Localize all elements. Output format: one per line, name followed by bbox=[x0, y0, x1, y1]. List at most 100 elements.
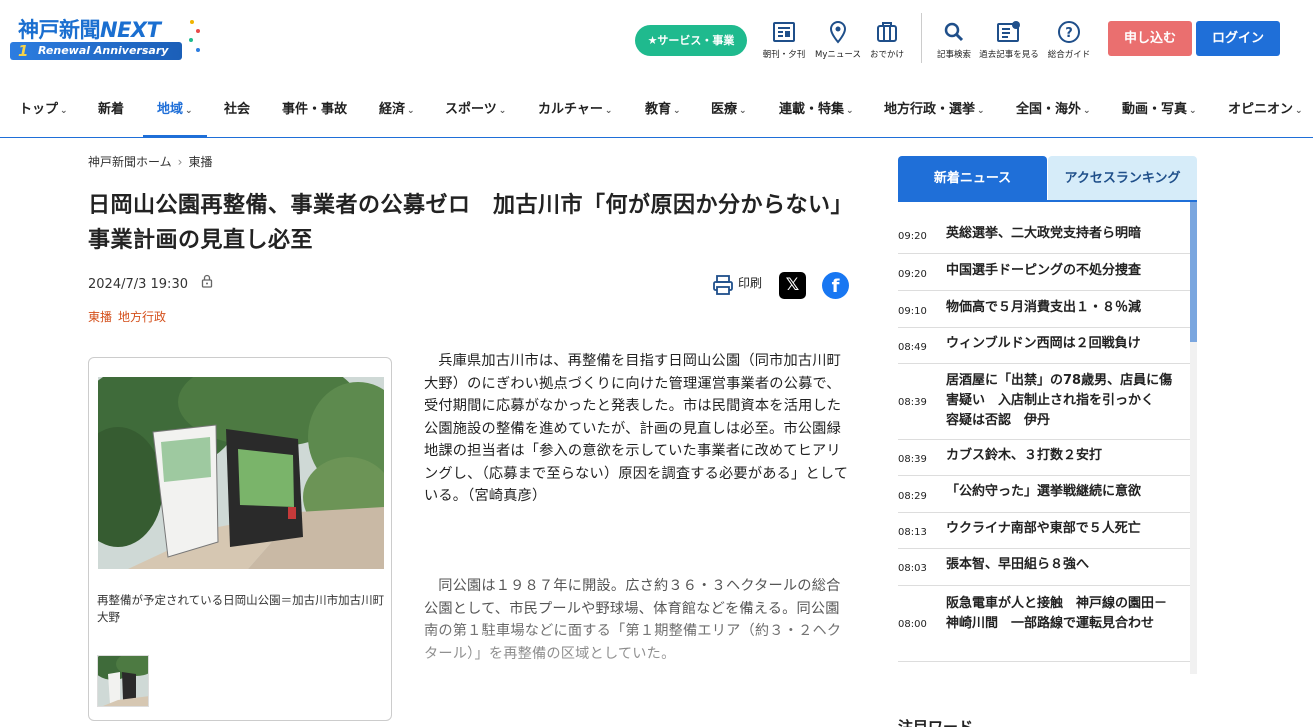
site-logo[interactable]: 神戸新聞NEXT 1 Renewal Anniversary bbox=[8, 10, 203, 68]
past-articles-label: 過去記事を見る bbox=[979, 50, 1039, 60]
news-item[interactable]: 09:20 中国選手ドーピングの不処分捜査 bbox=[898, 254, 1190, 291]
news-time: 08:39 bbox=[898, 397, 927, 408]
news-scrollbar-thumb[interactable] bbox=[1190, 202, 1197, 342]
news-item[interactable]: 08:49 ウィンブルドン西岡は２回戦負け bbox=[898, 328, 1190, 364]
tag-region[interactable]: 東播 bbox=[88, 310, 112, 324]
news-item[interactable]: 08:13 ウクライナ南部や東部で５人死亡 bbox=[898, 513, 1190, 549]
anniversary-text: Renewal Anniversary bbox=[38, 44, 169, 57]
news-item[interactable]: 08:03 張本智、早田組ら８強へ bbox=[898, 549, 1190, 586]
apply-button[interactable]: 申し込む bbox=[1108, 21, 1192, 56]
nav-item-label: 動画・写真 bbox=[1122, 102, 1188, 117]
article-photo[interactable] bbox=[98, 377, 384, 569]
chevron-down-icon: ⌄ bbox=[1189, 106, 1197, 116]
chevron-down-icon: ⌄ bbox=[185, 106, 193, 116]
news-headline: 居酒屋に「出禁」の78歳男、店員に傷害疑い 入店制止され指を引っかく 容疑は否認… bbox=[946, 373, 1173, 428]
chevron-down-icon: ⌄ bbox=[846, 106, 854, 116]
nav-item-latest[interactable]: 新着 bbox=[98, 86, 124, 137]
news-item[interactable]: 08:39 カブス鈴木、３打数２安打 bbox=[898, 440, 1190, 476]
nav-item-sports[interactable]: スポーツ ⌄ bbox=[445, 86, 506, 137]
nav-item-label: 全国・海外 bbox=[1016, 102, 1082, 117]
nav-item-economy[interactable]: 経済 ⌄ bbox=[379, 86, 415, 137]
login-button[interactable]: ログイン bbox=[1196, 21, 1280, 56]
paper-edition-label: 朝刊・夕刊 bbox=[762, 50, 806, 60]
guide-label: 総合ガイド bbox=[1047, 50, 1091, 60]
tab-access-ranking[interactable]: アクセスランキング bbox=[1048, 156, 1197, 201]
nav-item-top[interactable]: トップ ⌄ bbox=[19, 86, 68, 137]
news-time: 08:13 bbox=[898, 527, 927, 538]
lock-icon bbox=[201, 274, 213, 288]
attention-words-heading: 注目ワード bbox=[898, 718, 974, 727]
my-news-link[interactable]: Myニュース bbox=[812, 20, 864, 60]
news-time: 09:20 bbox=[898, 269, 927, 280]
past-articles-icon bbox=[997, 21, 1020, 42]
news-headline: 張本智、早田組ら８強へ bbox=[946, 557, 1090, 572]
nav-item-medical[interactable]: 医療 ⌄ bbox=[711, 86, 747, 137]
logo-confetti bbox=[188, 20, 202, 60]
news-item[interactable]: 08:29 「公約守った」選挙戦継続に意欲 bbox=[898, 476, 1190, 513]
nav-item-region[interactable]: 地域 ⌄ bbox=[143, 86, 206, 138]
nav-item-society[interactable]: 社会 bbox=[224, 86, 250, 137]
nav-item-label: トップ bbox=[19, 102, 59, 117]
site-header: 神戸新聞NEXT 1 Renewal Anniversary ★サービス・事業 … bbox=[0, 0, 1313, 80]
past-articles-link[interactable]: 過去記事を見る bbox=[977, 20, 1041, 60]
tab-latest-news[interactable]: 新着ニュース bbox=[898, 156, 1047, 201]
article-search-link[interactable]: 記事検索 bbox=[934, 20, 974, 60]
news-item[interactable]: 08:00 阪急電車が人と接触 神戸線の園田－神崎川間 一部路線で運転見合わせ bbox=[898, 586, 1190, 662]
breadcrumb: 神戸新聞ホーム › 東播 bbox=[88, 153, 212, 170]
header-divider bbox=[921, 13, 922, 63]
nav-item-local-politics[interactable]: 地方行政・選挙 ⌄ bbox=[884, 86, 985, 137]
tab-underline bbox=[898, 200, 1197, 202]
print-icon[interactable] bbox=[712, 274, 734, 296]
news-headline: 英総選挙、二大政党支持者ら明暗 bbox=[946, 226, 1142, 241]
news-time: 08:49 bbox=[898, 342, 927, 353]
thumbnail-image bbox=[98, 656, 148, 706]
news-time: 08:29 bbox=[898, 491, 927, 502]
logo-text: 神戸新聞 bbox=[18, 18, 101, 42]
news-time: 09:20 bbox=[898, 231, 927, 242]
news-headline: ウクライナ南部や東部で５人死亡 bbox=[946, 521, 1141, 536]
nav-item-incidents[interactable]: 事件・事故 bbox=[282, 86, 347, 137]
nav-item-label: スポーツ bbox=[445, 102, 497, 117]
chevron-down-icon: ⌄ bbox=[604, 106, 613, 116]
news-item[interactable]: 09:20 英総選挙、二大政党支持者ら明暗 bbox=[898, 216, 1190, 254]
news-headline: 「公約守った」選挙戦継続に意欲 bbox=[946, 484, 1142, 499]
chevron-down-icon: ⌄ bbox=[1295, 106, 1303, 116]
x-share-icon[interactable]: 𝕏 bbox=[779, 272, 806, 299]
nav-item-opinion[interactable]: オピニオン ⌄ bbox=[1228, 86, 1303, 137]
my-news-label: Myニュース bbox=[815, 50, 861, 60]
facebook-share-icon[interactable]: f bbox=[822, 272, 849, 299]
guide-link[interactable]: ? 総合ガイド bbox=[1045, 20, 1093, 60]
chevron-down-icon: ⌄ bbox=[498, 106, 507, 116]
chevron-down-icon: ⌄ bbox=[407, 106, 415, 116]
anniversary-ribbon: 1 Renewal Anniversary bbox=[10, 42, 182, 60]
paper-edition-link[interactable]: 朝刊・夕刊 bbox=[762, 20, 806, 60]
nav-item-label: 地域 bbox=[157, 102, 184, 117]
news-item[interactable]: 08:39 居酒屋に「出禁」の78歳男、店員に傷害疑い 入店制止され指を引っかく… bbox=[898, 364, 1190, 440]
nav-item-label: オピニオン bbox=[1228, 102, 1294, 117]
nav-item-label: 経済 bbox=[379, 102, 406, 117]
breadcrumb-home[interactable]: 神戸新聞ホーム bbox=[88, 155, 172, 169]
print-label[interactable]: 印刷 bbox=[738, 274, 762, 291]
nav-item-series[interactable]: 連載・特集 ⌄ bbox=[779, 86, 854, 137]
nav-item-national[interactable]: 全国・海外 ⌄ bbox=[1016, 86, 1091, 137]
photo-thumbnail[interactable] bbox=[97, 655, 149, 707]
chevron-down-icon: ⌄ bbox=[1083, 106, 1091, 116]
latest-news-list: 09:20 英総選挙、二大政党支持者ら明暗 09:20 中国選手ドーピングの不処… bbox=[898, 216, 1190, 674]
news-headline: ウィンブルドン西岡は２回戦負け bbox=[946, 336, 1141, 351]
nav-item-education[interactable]: 教育 ⌄ bbox=[645, 86, 681, 137]
outing-link[interactable]: おでかけ bbox=[868, 20, 906, 60]
nav-item-label: 医療 bbox=[711, 102, 738, 117]
breadcrumb-current[interactable]: 東播 bbox=[188, 155, 212, 169]
nav-item-video[interactable]: 動画・写真 ⌄ bbox=[1122, 86, 1197, 137]
nav-item-label: 連載・特集 bbox=[779, 102, 845, 117]
nav-item-label: カルチャー bbox=[538, 102, 603, 117]
services-button[interactable]: ★サービス・事業 bbox=[635, 25, 747, 56]
search-icon bbox=[944, 22, 964, 42]
my-news-icon bbox=[829, 20, 847, 44]
news-item[interactable]: 09:10 物価高で５月消費支出１・８％減 bbox=[898, 291, 1190, 328]
nav-item-label: 新着 bbox=[98, 102, 125, 117]
logo-next-text: NEXT bbox=[100, 18, 161, 42]
nav-item-culture[interactable]: カルチャー ⌄ bbox=[538, 86, 612, 137]
article-tags: 東播 地方行政 bbox=[88, 308, 172, 325]
tag-local-politics[interactable]: 地方行政 bbox=[118, 310, 166, 324]
